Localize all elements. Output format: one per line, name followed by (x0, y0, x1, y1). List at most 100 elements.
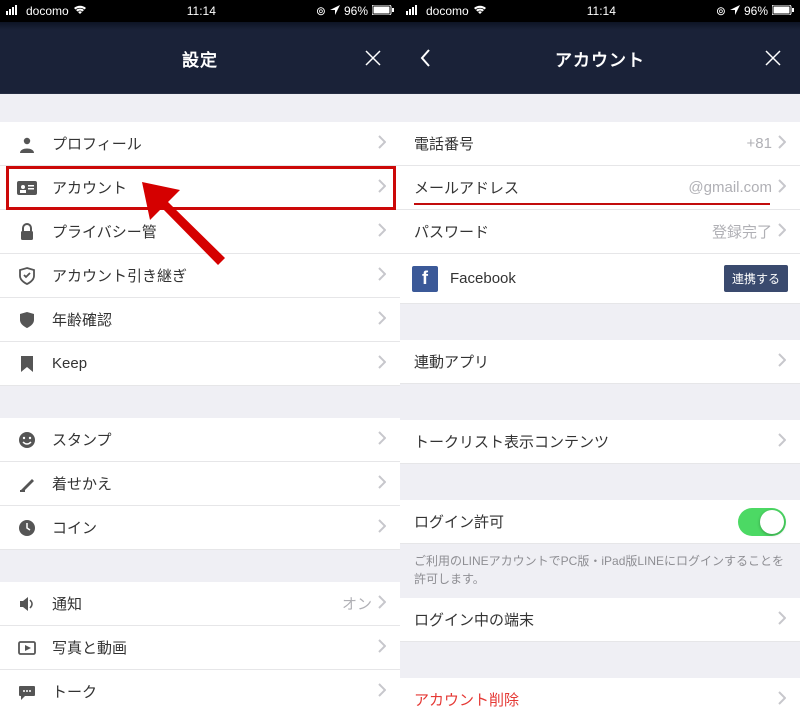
row-label: スタンプ (52, 429, 378, 450)
battery-icon (772, 4, 794, 18)
chevron-right-icon (378, 223, 386, 241)
clock: 11:14 (487, 4, 716, 18)
back-button[interactable] (414, 47, 436, 69)
login-allow-help: ご利用のLINEアカウントでPC版・iPad版LINEにログインすることを許可し… (400, 544, 800, 598)
row-label: ログイン中の端末 (414, 609, 778, 630)
battery-label: 96% (744, 4, 768, 18)
row-phone[interactable]: 電話番号 +81 (400, 122, 800, 166)
battery-icon (372, 4, 394, 18)
header-title: アカウント (555, 46, 645, 71)
compass-icon: ⊚ (716, 4, 726, 18)
facebook-icon: f (412, 266, 438, 292)
chevron-right-icon (778, 353, 786, 371)
header: アカウント (400, 22, 800, 94)
row-profile[interactable]: プロフィール (0, 122, 400, 166)
row-email[interactable]: メールアドレス @gmail.com (400, 166, 800, 210)
header: 設定 (0, 22, 400, 94)
location-icon (730, 4, 740, 18)
chevron-right-icon (378, 639, 386, 657)
compass-icon: ⊚ (316, 4, 326, 18)
row-account[interactable]: アカウント (0, 166, 400, 210)
signal-icon (6, 4, 22, 18)
row-stamps[interactable]: スタンプ (0, 418, 400, 462)
row-label: Keep (52, 355, 378, 372)
row-label: ログイン許可 (414, 511, 738, 532)
row-label: トークリスト表示コンテンツ (414, 431, 778, 452)
row-delete-account[interactable]: アカウント削除 (400, 678, 800, 711)
chevron-right-icon (378, 179, 386, 197)
chevron-right-icon (778, 135, 786, 153)
chevron-right-icon (778, 433, 786, 451)
row-talk[interactable]: トーク (0, 670, 400, 711)
chevron-right-icon (378, 135, 386, 153)
chevron-right-icon (378, 267, 386, 285)
chevron-right-icon (778, 223, 786, 241)
chat-icon (14, 679, 40, 705)
row-facebook: f Facebook 連携する (400, 254, 800, 304)
row-notifications[interactable]: 通知 オン (0, 582, 400, 626)
clock-icon (14, 515, 40, 541)
status-bar: docomo 11:14 ⊚ 96% (400, 0, 800, 22)
row-label: 電話番号 (414, 133, 747, 154)
login-allow-toggle[interactable] (738, 508, 786, 536)
signal-icon (406, 4, 422, 18)
row-value: @gmail.com (688, 179, 772, 196)
row-label: プライバシー管 (52, 221, 378, 242)
settings-list: プロフィール アカウント プライバシー管 アカウント引き継ぎ 年齢確認 Keep (0, 94, 400, 711)
shield-check-icon (14, 263, 40, 289)
row-label: メールアドレス (414, 177, 688, 198)
row-label: トーク (52, 681, 378, 702)
row-keep[interactable]: Keep (0, 342, 400, 386)
row-label: コイン (52, 517, 378, 538)
clock: 11:14 (87, 4, 316, 18)
close-button[interactable] (762, 47, 784, 69)
chevron-right-icon (378, 519, 386, 537)
row-label: 連動アプリ (414, 351, 778, 372)
row-age[interactable]: 年齢確認 (0, 298, 400, 342)
sound-icon (14, 591, 40, 617)
row-linked-apps[interactable]: 連動アプリ (400, 340, 800, 384)
row-label: パスワード (414, 221, 712, 242)
status-bar: docomo 11:14 ⊚ 96% (0, 0, 400, 22)
header-title: 設定 (182, 46, 218, 71)
chevron-right-icon (378, 431, 386, 449)
bookmark-icon (14, 351, 40, 377)
row-label: 着せかえ (52, 473, 378, 494)
row-media[interactable]: 写真と動画 (0, 626, 400, 670)
close-button[interactable] (362, 47, 384, 69)
brush-icon (14, 471, 40, 497)
row-themes[interactable]: 着せかえ (0, 462, 400, 506)
wifi-icon (473, 4, 487, 18)
battery-label: 96% (344, 4, 368, 18)
row-label: プロフィール (52, 133, 378, 154)
chevron-right-icon (378, 683, 386, 701)
row-coin[interactable]: コイン (0, 506, 400, 550)
row-login-allow: ログイン許可 (400, 500, 800, 544)
row-password[interactable]: パスワード 登録完了 (400, 210, 800, 254)
settings-screen: docomo 11:14 ⊚ 96% 設定 プロフィール (0, 0, 400, 711)
id-card-icon (14, 175, 40, 201)
chevron-right-icon (378, 475, 386, 493)
row-transfer[interactable]: アカウント引き継ぎ (0, 254, 400, 298)
row-value: +81 (747, 135, 772, 152)
row-talklist[interactable]: トークリスト表示コンテンツ (400, 420, 800, 464)
chevron-right-icon (778, 611, 786, 629)
location-icon (330, 4, 340, 18)
carrier-label: docomo (426, 4, 469, 18)
smile-icon (14, 427, 40, 453)
row-label: 年齢確認 (52, 309, 378, 330)
row-label: 通知 (52, 593, 342, 614)
row-privacy[interactable]: プライバシー管 (0, 210, 400, 254)
callout-underline (414, 203, 770, 205)
row-label: アカウント引き継ぎ (52, 265, 378, 286)
person-icon (14, 131, 40, 157)
row-value: 登録完了 (712, 221, 772, 242)
chevron-right-icon (778, 691, 786, 709)
row-label: アカウント (52, 177, 378, 198)
account-screen: docomo 11:14 ⊚ 96% アカウント 電話番号 +81 メールアドレ… (400, 0, 800, 711)
chevron-right-icon (378, 311, 386, 329)
row-devices[interactable]: ログイン中の端末 (400, 598, 800, 642)
facebook-link-button[interactable]: 連携する (724, 265, 788, 292)
wifi-icon (73, 4, 87, 18)
shield-icon (14, 307, 40, 333)
